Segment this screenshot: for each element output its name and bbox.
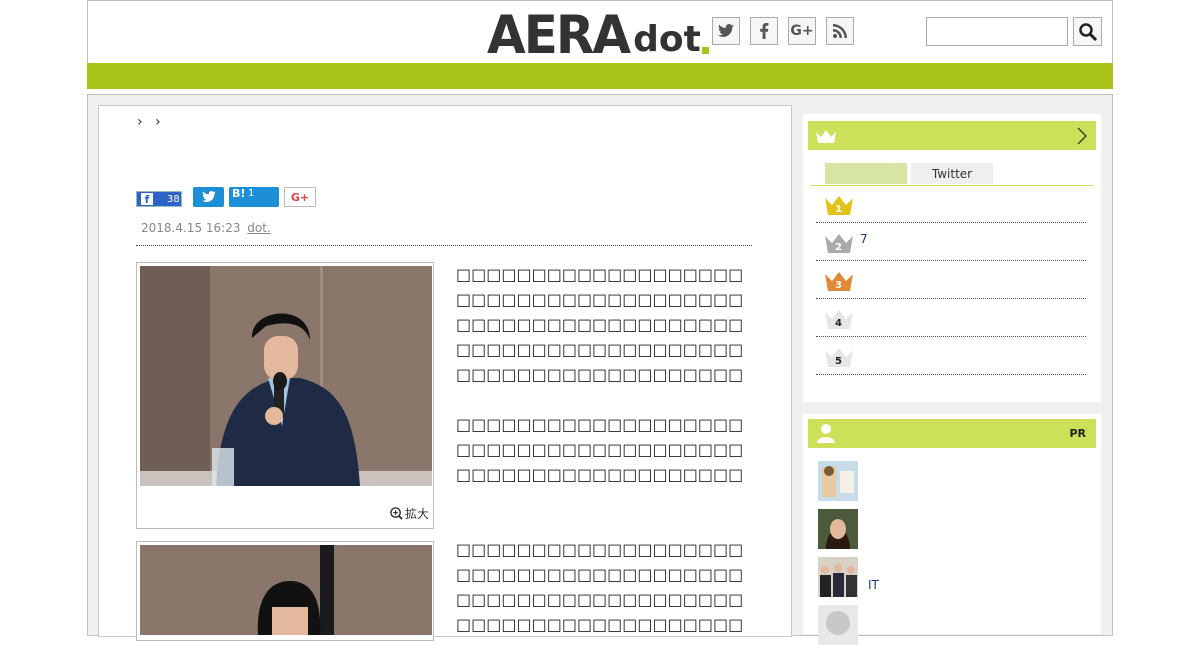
rss-icon[interactable] xyxy=(826,17,854,45)
rank-divider xyxy=(816,336,1086,337)
facebook-share-button[interactable]: f 38 xyxy=(136,191,182,207)
google-plus-label: G+ xyxy=(290,190,310,204)
article-paragraph-3: □□□□□□□□□□□□□□□□□□□□□□□□□□□□□□□□□□□□□□□□… xyxy=(456,540,744,634)
tab-underline xyxy=(811,185,1093,186)
pr-thumbnail-1[interactable] xyxy=(818,461,858,501)
pr-thumbnail-4[interactable] xyxy=(818,605,858,645)
rank-2-number: 2 xyxy=(835,242,842,253)
ranking-header[interactable] xyxy=(808,121,1096,150)
global-nav-bar xyxy=(87,63,1113,89)
hatena-label: B! xyxy=(232,187,246,200)
crown-icon xyxy=(816,130,836,143)
rank-divider xyxy=(816,222,1086,223)
article-photo-2[interactable] xyxy=(136,541,434,641)
facebook-share-count: 38 xyxy=(167,193,180,205)
article-photo-1[interactable]: 拡大 xyxy=(136,262,434,529)
search-button[interactable] xyxy=(1073,17,1102,46)
article-source-link[interactable]: dot. xyxy=(247,221,270,235)
pr-header: PR xyxy=(808,419,1096,448)
rank-divider xyxy=(816,260,1086,261)
facebook-icon: f xyxy=(141,193,153,206)
pr-thumbnail-2[interactable] xyxy=(818,509,858,549)
tab-ranking[interactable] xyxy=(825,163,907,184)
google-plus-icon[interactable]: G+ xyxy=(788,17,816,45)
meta-divider xyxy=(136,245,752,246)
twitter-icon[interactable] xyxy=(712,17,740,45)
tab-twitter[interactable]: Twitter xyxy=(911,163,993,184)
breadcrumb-separator: › xyxy=(137,114,143,130)
rank-5-number: 5 xyxy=(835,356,842,367)
article-meta: 2018.4.15 16:23 dot. xyxy=(141,221,271,235)
hatena-bookmark-button[interactable]: B! 1 xyxy=(229,187,279,207)
zoom-label: 拡大 xyxy=(404,507,429,521)
search-icon xyxy=(1078,22,1097,41)
rank-3-number: 3 xyxy=(835,280,842,291)
pr-label: PR xyxy=(1069,427,1086,440)
site-logo[interactable]: AERA dot xyxy=(487,4,709,66)
google-plus-share-button[interactable]: G+ xyxy=(284,187,316,207)
twitter-share-button[interactable] xyxy=(193,187,224,207)
breadcrumb-separator: › xyxy=(155,114,161,130)
logo-dot-mark xyxy=(701,47,709,54)
article-date: 2018.4.15 16:23 xyxy=(141,221,241,235)
rank-1-number: 1 xyxy=(835,204,842,215)
rank-2-link[interactable]: 7 xyxy=(860,232,868,246)
rank-4-number: 4 xyxy=(835,318,842,329)
twitter-icon xyxy=(201,191,216,203)
chevron-right-icon xyxy=(1077,127,1087,145)
rank-divider xyxy=(816,298,1086,299)
zoom-in-icon xyxy=(390,507,403,520)
rank-divider xyxy=(816,374,1086,375)
person-icon xyxy=(817,424,835,443)
zoom-button[interactable]: 拡大 xyxy=(390,505,429,522)
logo-main: AERA xyxy=(487,4,631,66)
logo-sub: dot xyxy=(633,19,701,60)
hatena-count: 1 xyxy=(248,188,255,199)
pr-link-3[interactable]: IT xyxy=(868,578,879,592)
facebook-icon[interactable] xyxy=(750,17,778,45)
press-conference-photo xyxy=(140,266,432,486)
pr-thumbnail-3[interactable] xyxy=(818,557,858,597)
search-input[interactable] xyxy=(926,17,1068,46)
article-paragraph-1: □□□□□□□□□□□□□□□□□□□□□□□□□□□□□□□□□□□□□□□□… xyxy=(456,265,744,384)
portrait-photo xyxy=(140,545,432,635)
article-paragraph-2: □□□□□□□□□□□□□□□□□□□□□□□□□□□□□□□□□□□□□□□□… xyxy=(456,415,744,484)
